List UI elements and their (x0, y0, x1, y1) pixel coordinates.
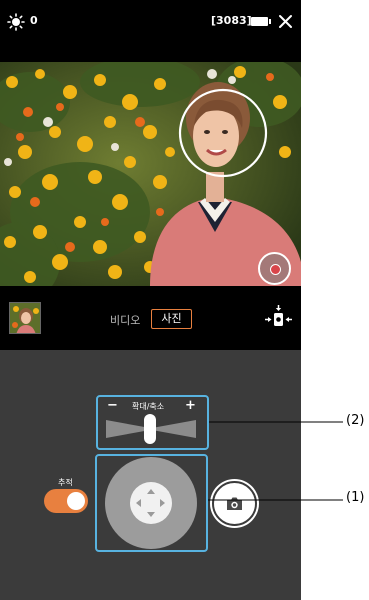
brightness-value: 0 (30, 14, 38, 27)
shots-remaining: [3083] (211, 14, 252, 27)
arrow-up-icon (147, 489, 155, 494)
shutter-button[interactable] (212, 481, 257, 526)
zoom-out-button[interactable]: − (107, 398, 118, 413)
callout-label-zoom: (2) (346, 413, 365, 428)
tab-video[interactable]: 비디오 (110, 312, 140, 328)
zoom-label: 확대/축소 (132, 402, 165, 411)
arrow-right-icon (160, 499, 165, 507)
app-screen: 0 [3083] 비디오 사진 − 확대/축소 + 추적 (0, 0, 301, 600)
callout-label-joystick: (1) (346, 490, 365, 505)
camera-adjust-icon[interactable] (262, 303, 294, 335)
status-bar: 0 [3083] (0, 0, 301, 44)
last-shot-thumbnail[interactable] (9, 302, 41, 334)
zoom-in-button[interactable]: + (185, 398, 196, 413)
zoom-slider-handle[interactable] (144, 414, 156, 444)
live-view-photo (0, 62, 301, 286)
tracking-label: 추적 (58, 478, 73, 487)
tracking-toggle[interactable] (44, 489, 88, 513)
arrow-down-icon (147, 512, 155, 517)
live-view-image[interactable] (0, 62, 301, 286)
battery-icon (251, 17, 271, 26)
arrow-left-icon (136, 499, 141, 507)
subject-tracking-marker[interactable] (258, 252, 291, 285)
close-icon[interactable] (276, 12, 295, 31)
tab-photo[interactable]: 사진 (151, 309, 192, 329)
brightness-icon[interactable] (7, 13, 25, 31)
shutter-icon (227, 497, 242, 510)
